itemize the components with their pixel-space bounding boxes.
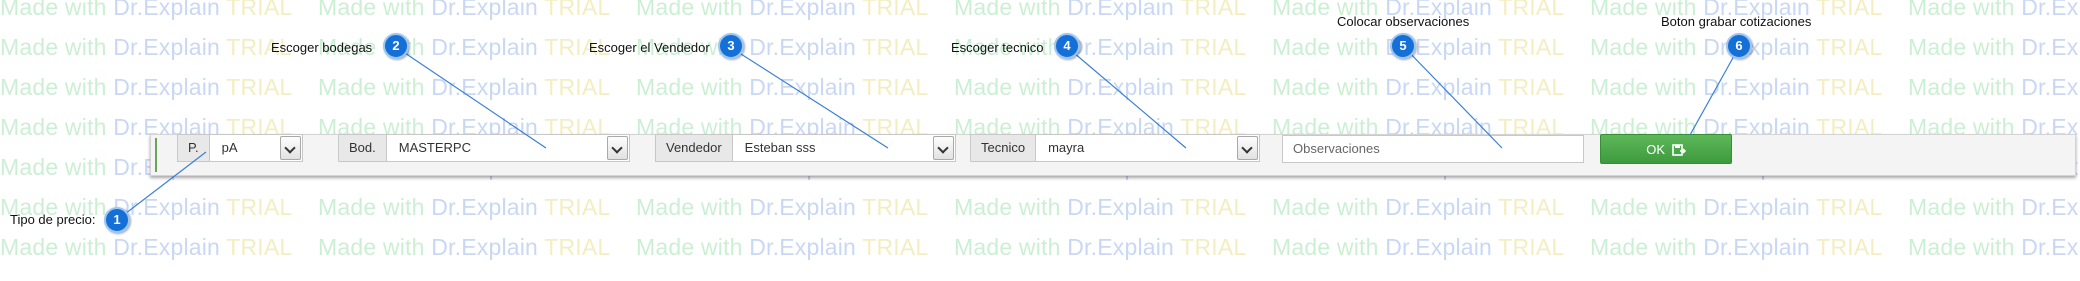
callout-badge-1: 1	[104, 207, 130, 233]
callout-badge-4: 4	[1054, 33, 1080, 59]
callout-badge-5: 5	[1390, 33, 1416, 59]
callout-badge-2: 2	[383, 33, 409, 59]
callout-badge-6: 6	[1726, 33, 1752, 59]
callout-label-6: Boton grabar cotizaciones	[1661, 14, 1812, 29]
callout-label-5: Colocar observaciones	[1337, 14, 1470, 29]
callout-label-2: Escoger bodegas	[271, 40, 373, 55]
callout-label-3: Escoger el Vendedor	[589, 40, 710, 55]
callout-label-4: Escoger tecnico	[951, 40, 1044, 55]
callout-label-1: Tipo de precio:	[10, 212, 96, 227]
callout-badge-3: 3	[718, 33, 744, 59]
